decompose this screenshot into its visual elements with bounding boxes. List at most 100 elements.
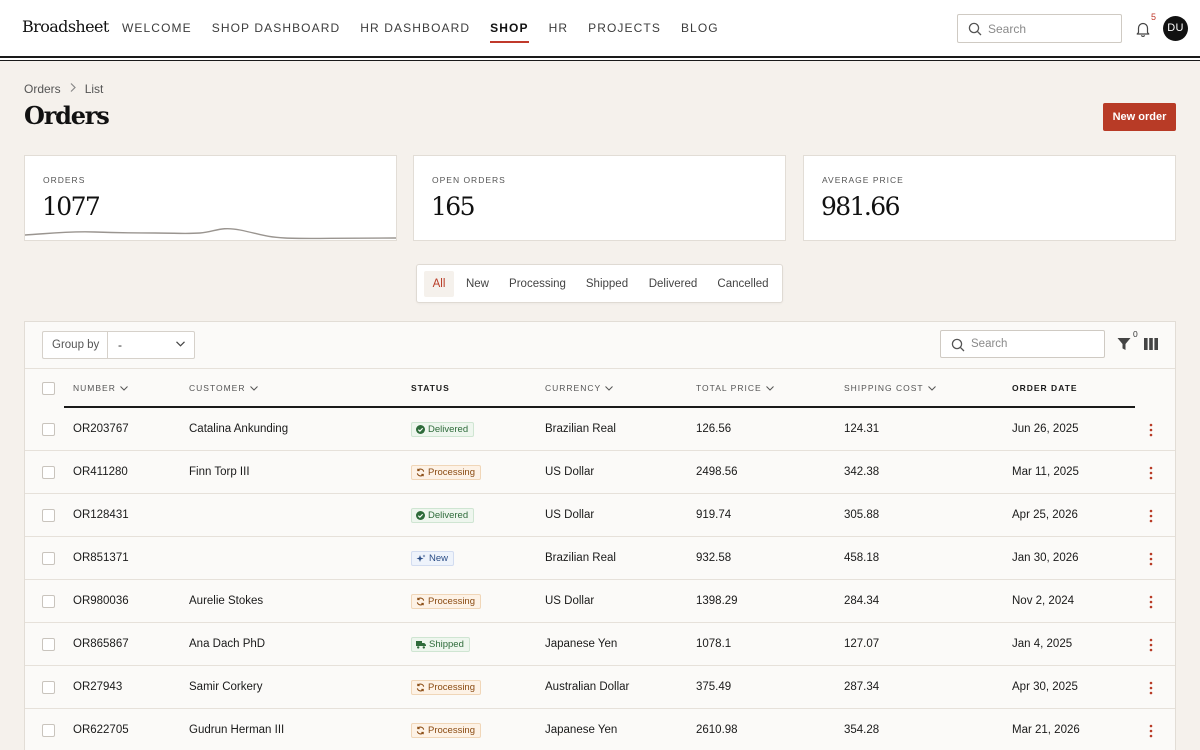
order-currency: Japanese Yen <box>545 638 618 650</box>
row-checkbox[interactable] <box>42 466 55 479</box>
table-row[interactable]: OR128431 Delivered US Dollar 919.74 305.88 Ap… <box>25 494 1175 537</box>
tab-processing[interactable]: Processing <box>505 271 570 297</box>
status-badge: Delivered <box>411 422 475 437</box>
order-number[interactable]: OR27943 <box>73 681 122 693</box>
filter-icon[interactable] <box>1117 337 1131 351</box>
more-vertical-icon[interactable] <box>1149 681 1153 695</box>
nav-blog[interactable]: BLOG <box>681 0 719 56</box>
new-order-button[interactable]: New order <box>1103 103 1176 131</box>
order-number[interactable]: OR851371 <box>73 552 129 564</box>
order-currency: US Dollar <box>545 595 595 607</box>
status-badge: Processing <box>411 465 481 480</box>
group-by-select[interactable]: - <box>107 331 195 359</box>
order-date: Apr 30, 2025 <box>1012 681 1078 693</box>
nav-shop-dashboard[interactable]: SHOP DASHBOARD <box>212 0 341 56</box>
status-label: Processing <box>428 467 475 478</box>
table-row[interactable]: OR27943 Samir Corkery Processing Australian… <box>25 666 1175 709</box>
more-vertical-icon[interactable] <box>1149 552 1153 566</box>
nav-projects[interactable]: PROJECTS <box>588 0 661 56</box>
breadcrumb-list: List <box>84 82 104 96</box>
orders-table-panel: Group by - 0 NUMBER CUSTOMER STATUS CURR… <box>24 321 1176 750</box>
tab-shipped[interactable]: Shipped <box>581 271 633 297</box>
table-row[interactable]: OR622705 Gudrun Herman III Processing Japan… <box>25 709 1175 750</box>
nav-shop[interactable]: SHOP <box>490 0 530 56</box>
top-bar: Broadsheet WELCOME SHOP DASHBOARD HR DAS… <box>0 0 1200 58</box>
table-row[interactable]: OR865867 Ana Dach PhD Shipped Japanese Yen 1… <box>25 623 1175 666</box>
notification-count-badge: 5 <box>1151 12 1157 22</box>
column-header-customer[interactable]: CUSTOMER <box>189 383 258 393</box>
row-checkbox[interactable] <box>42 595 55 608</box>
tab-all[interactable]: All <box>424 271 454 297</box>
column-header-shipping-cost[interactable]: SHIPPING COST <box>844 383 936 393</box>
column-header-total-price[interactable]: TOTAL PRICE <box>696 383 774 393</box>
order-customer: Aurelie Stokes <box>189 595 264 607</box>
chevron-down-icon <box>119 385 128 391</box>
order-customer: Samir Corkery <box>189 681 263 693</box>
more-vertical-icon[interactable] <box>1149 509 1153 523</box>
order-number[interactable]: OR203767 <box>73 423 129 435</box>
refresh-icon <box>416 683 425 692</box>
row-checkbox[interactable] <box>42 552 55 565</box>
chevron-down-icon <box>249 385 258 391</box>
column-header-currency[interactable]: CURRENCY <box>545 383 614 393</box>
row-checkbox[interactable] <box>42 681 55 694</box>
order-total-price: 2610.98 <box>696 724 738 736</box>
tab-cancelled[interactable]: Cancelled <box>713 271 773 297</box>
global-search-input[interactable] <box>988 15 1118 42</box>
status-label: Processing <box>428 682 475 693</box>
order-number[interactable]: OR128431 <box>73 509 129 521</box>
order-currency: US Dollar <box>545 509 595 521</box>
tab-new[interactable]: New <box>461 271 494 297</box>
brand-logo[interactable]: Broadsheet <box>22 17 109 36</box>
table-row[interactable]: OR411280 Finn Torp III Processing US Dollar… <box>25 451 1175 494</box>
order-number[interactable]: OR865867 <box>73 638 129 650</box>
check-circle-icon <box>416 511 425 520</box>
order-number[interactable]: OR980036 <box>73 595 129 607</box>
order-number[interactable]: OR411280 <box>73 466 128 478</box>
orders-sparkline <box>25 227 396 240</box>
search-icon <box>951 338 965 352</box>
order-customer: Gudrun Herman III <box>189 724 285 736</box>
more-vertical-icon[interactable] <box>1149 466 1153 480</box>
status-badge: Processing <box>411 680 481 695</box>
bell-icon[interactable] <box>1134 20 1152 38</box>
order-number[interactable]: OR622705 <box>73 724 129 736</box>
order-total-price: 919.74 <box>696 509 732 521</box>
order-shipping-cost: 287.34 <box>844 681 880 693</box>
status-label: New <box>429 553 449 564</box>
order-currency: US Dollar <box>545 466 595 478</box>
row-checkbox[interactable] <box>42 638 55 651</box>
table-row[interactable]: OR851371 New Brazilian Real 932.58 458.18 Jan… <box>25 537 1175 580</box>
columns-icon[interactable] <box>1144 338 1158 350</box>
row-checkbox[interactable] <box>42 423 55 436</box>
stat-label: ORDERS <box>43 175 86 185</box>
order-currency: Brazilian Real <box>545 423 616 435</box>
breadcrumb-orders[interactable]: Orders <box>24 82 61 96</box>
order-date: Jan 4, 2025 <box>1012 638 1073 650</box>
more-vertical-icon[interactable] <box>1149 423 1153 437</box>
status-badge: New <box>411 551 455 566</box>
check-circle-icon <box>416 425 425 434</box>
status-tabs: All New Processing Shipped Delivered Can… <box>416 264 783 303</box>
more-vertical-icon[interactable] <box>1149 724 1153 738</box>
column-header-order-date: ORDER DATE <box>1012 383 1078 393</box>
more-vertical-icon[interactable] <box>1149 638 1153 652</box>
nav-hr[interactable]: HR <box>549 0 569 56</box>
nav-welcome[interactable]: WELCOME <box>122 0 192 56</box>
tab-delivered[interactable]: Delivered <box>644 271 702 297</box>
truck-icon <box>416 641 426 649</box>
order-shipping-cost: 127.07 <box>844 638 880 650</box>
more-vertical-icon[interactable] <box>1149 595 1153 609</box>
order-date: Jan 30, 2026 <box>1012 552 1079 564</box>
table-row[interactable]: OR203767 Catalina Ankunding Delivered Brazi… <box>25 408 1175 451</box>
user-avatar[interactable]: DU <box>1163 16 1188 41</box>
status-label: Delivered <box>428 424 469 435</box>
row-checkbox[interactable] <box>42 724 55 737</box>
stat-label: AVERAGE PRICE <box>822 175 904 185</box>
table-search-input[interactable] <box>971 331 1101 357</box>
column-header-number[interactable]: NUMBER <box>73 383 128 393</box>
select-all-checkbox[interactable] <box>42 382 55 395</box>
table-row[interactable]: OR980036 Aurelie Stokes Processing US Dolla… <box>25 580 1175 623</box>
row-checkbox[interactable] <box>42 509 55 522</box>
nav-hr-dashboard[interactable]: HR DASHBOARD <box>360 0 470 56</box>
